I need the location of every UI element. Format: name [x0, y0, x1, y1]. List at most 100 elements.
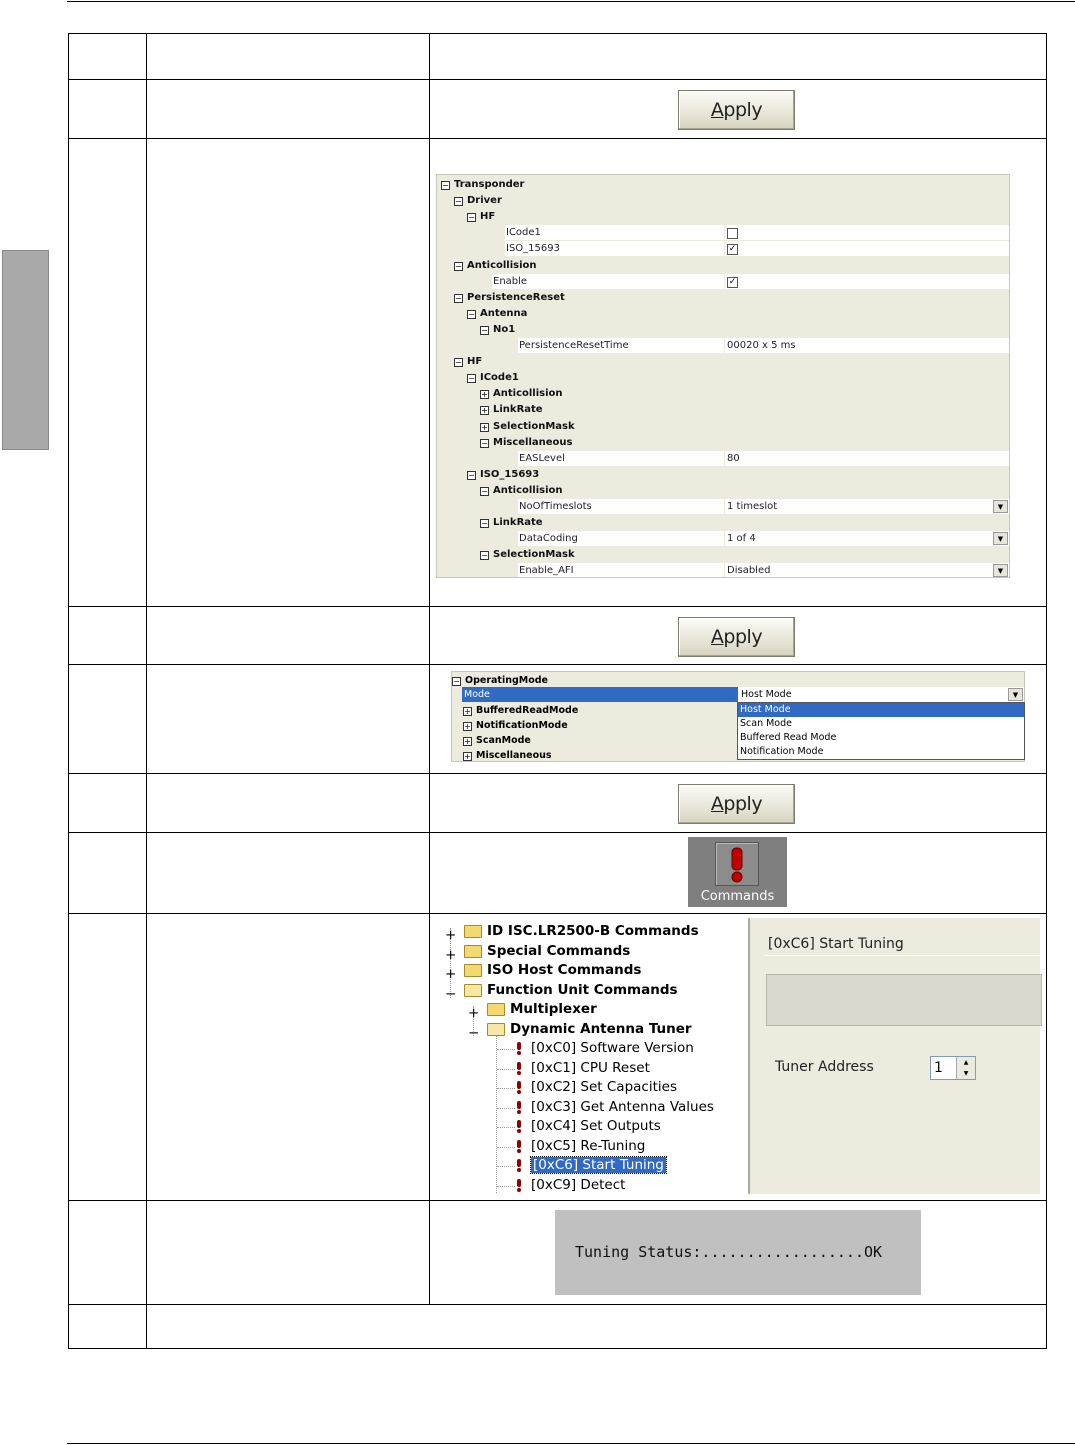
property-row[interactable]: DataCoding 1 of 4 ▼: [518, 531, 1009, 548]
property-name: DataCoding: [519, 533, 578, 545]
command-folder[interactable]: ID ISC.LR2500-B Commands: [487, 922, 699, 941]
expand-icon[interactable]: +: [463, 707, 472, 716]
expand-icon[interactable]: +: [445, 947, 456, 963]
collapse-icon[interactable]: −: [445, 986, 456, 1002]
dropdown-option[interactable]: Buffered Read Mode: [738, 731, 1024, 745]
expand-icon[interactable]: +: [480, 390, 489, 400]
category-row[interactable]: + Anticollision: [437, 386, 1009, 402]
unchecked-checkbox-icon[interactable]: [727, 228, 738, 240]
dropdown-option[interactable]: Scan Mode: [738, 717, 1024, 731]
command-item[interactable]: [0xC9] Detect: [531, 1176, 625, 1195]
expand-icon[interactable]: +: [463, 737, 472, 746]
category-row[interactable]: − LinkRate: [437, 515, 1009, 531]
mode-row[interactable]: Mode: [462, 687, 738, 702]
dropdown-arrow-icon[interactable]: ▼: [993, 532, 1008, 546]
property-name: Enable_AFI: [519, 565, 574, 577]
dropdown-arrow-icon[interactable]: ▼: [993, 564, 1008, 577]
dropdown-option[interactable]: Host Mode: [738, 703, 1024, 717]
folder-icon: [487, 1003, 505, 1016]
dropdown-option[interactable]: Notification Mode: [738, 745, 1024, 759]
collapse-icon[interactable]: −: [468, 1025, 479, 1041]
collapse-icon[interactable]: −: [454, 261, 463, 271]
command-folder[interactable]: Special Commands: [487, 942, 630, 961]
command-item[interactable]: [0xC1] CPU Reset: [531, 1059, 650, 1078]
property-value[interactable]: Disabled: [727, 563, 770, 577]
category-row[interactable]: − No1: [437, 322, 1009, 338]
expand-icon[interactable]: +: [445, 927, 456, 943]
collapse-icon[interactable]: −: [454, 358, 463, 368]
category-row[interactable]: − Anticollision: [437, 258, 1009, 274]
collapse-icon[interactable]: −: [441, 181, 450, 190]
collapse-icon[interactable]: −: [467, 309, 476, 319]
command-folder[interactable]: Function Unit Commands: [487, 981, 678, 1000]
category-row[interactable]: − ISO_15693: [437, 467, 1009, 483]
collapse-icon[interactable]: −: [467, 213, 476, 223]
category-row[interactable]: − HF: [437, 354, 1009, 370]
collapse-icon[interactable]: −: [467, 470, 476, 480]
property-row[interactable]: EASLevel 80: [518, 450, 1009, 467]
dropdown-arrow-icon[interactable]: ▼: [993, 500, 1008, 513]
tuner-address-spinner[interactable]: 1 ▲ ▼: [930, 1056, 976, 1080]
property-value[interactable]: 1 timeslot: [727, 499, 777, 515]
mode-dropdown-list[interactable]: Host Mode Scan Mode Buffered Read Mode Noti…: [737, 702, 1025, 760]
category-row[interactable]: + LinkRate: [437, 402, 1009, 418]
property-row[interactable]: Enable ✓: [492, 273, 1009, 290]
collapse-icon[interactable]: −: [454, 197, 463, 207]
property-name: Enable: [493, 275, 528, 287]
property-row[interactable]: NoOfTimeslots 1 timeslot ▼: [518, 499, 1009, 515]
command-item[interactable]: [0xC0] Software Version: [531, 1039, 694, 1058]
property-value: 00020 x 5 ms: [727, 340, 796, 351]
property-row[interactable]: PersistenceResetTime 00020 x 5 ms: [518, 338, 1009, 354]
apply-button[interactable]: Apply: [678, 617, 795, 657]
spinner-arrows-icon[interactable]: ▲ ▼: [956, 1057, 975, 1079]
apply-button[interactable]: Apply: [678, 90, 795, 130]
expand-icon[interactable]: +: [480, 406, 489, 416]
category-row[interactable]: − SelectionMask: [437, 547, 1009, 563]
category-row[interactable]: + SelectionMask: [437, 419, 1009, 435]
command-folder[interactable]: ISO Host Commands: [487, 961, 641, 980]
checked-checkbox-icon[interactable]: ✓: [727, 276, 738, 288]
expand-icon[interactable]: +: [445, 966, 456, 982]
category-row[interactable]: − Transponder: [437, 177, 1009, 193]
checked-checkbox-icon[interactable]: ✓: [727, 244, 738, 256]
command-item[interactable]: [0xC3] Get Antenna Values: [531, 1098, 714, 1117]
collapse-icon[interactable]: −: [480, 438, 489, 448]
subitem-label: BufferedReadMode: [476, 705, 579, 716]
category-row[interactable]: − HF: [437, 209, 1009, 225]
property-name: PersistenceResetTime: [519, 340, 629, 351]
apply-button[interactable]: Apply: [678, 784, 795, 824]
category-row[interactable]: − Driver: [437, 193, 1009, 209]
command-item[interactable]: [0xC2] Set Capacities: [531, 1078, 677, 1097]
property-row[interactable]: ICode1: [505, 225, 1009, 242]
property-row[interactable]: Enable_AFI Disabled ▼: [518, 563, 1009, 577]
category-row[interactable]: − PersistenceReset: [437, 290, 1009, 306]
category-label: No1: [493, 323, 516, 335]
collapse-icon[interactable]: −: [480, 519, 489, 529]
collapse-icon[interactable]: −: [480, 551, 489, 561]
property-row[interactable]: ISO_15693 ✓: [505, 241, 1009, 258]
collapse-icon[interactable]: −: [467, 374, 476, 384]
expand-icon[interactable]: +: [468, 1005, 479, 1021]
mode-value-field[interactable]: Host Mode ▼: [738, 687, 1024, 702]
expand-icon[interactable]: +: [480, 422, 489, 432]
category-label: ISO_15693: [480, 468, 540, 480]
category-row[interactable]: − Antenna: [437, 306, 1009, 322]
commands-button[interactable]: Commands: [688, 837, 787, 907]
command-tree: + ID ISC.LR2500-B Commands + Special Comman…: [437, 918, 744, 1194]
dropdown-arrow-icon[interactable]: ▼: [1008, 688, 1023, 701]
category-row[interactable]: − Miscellaneous: [437, 435, 1009, 451]
property-value[interactable]: 1 of 4: [727, 531, 756, 547]
category-row[interactable]: − Anticollision: [437, 483, 1009, 499]
collapse-icon[interactable]: −: [480, 486, 489, 496]
collapse-icon[interactable]: −: [454, 293, 463, 303]
collapse-icon[interactable]: −: [452, 677, 461, 686]
command-folder[interactable]: Dynamic Antenna Tuner: [510, 1020, 692, 1039]
command-item[interactable]: [0xC4] Set Outputs: [531, 1117, 661, 1136]
expand-icon[interactable]: +: [463, 722, 472, 731]
command-item[interactable]: [0xC6] Start Tuning: [530, 1156, 667, 1175]
command-item[interactable]: [0xC5] Re-Tuning: [531, 1137, 645, 1156]
category-row[interactable]: − ICode1: [437, 370, 1009, 386]
command-folder[interactable]: Multiplexer: [510, 1000, 597, 1019]
expand-icon[interactable]: +: [463, 752, 472, 761]
collapse-icon[interactable]: −: [480, 325, 489, 335]
